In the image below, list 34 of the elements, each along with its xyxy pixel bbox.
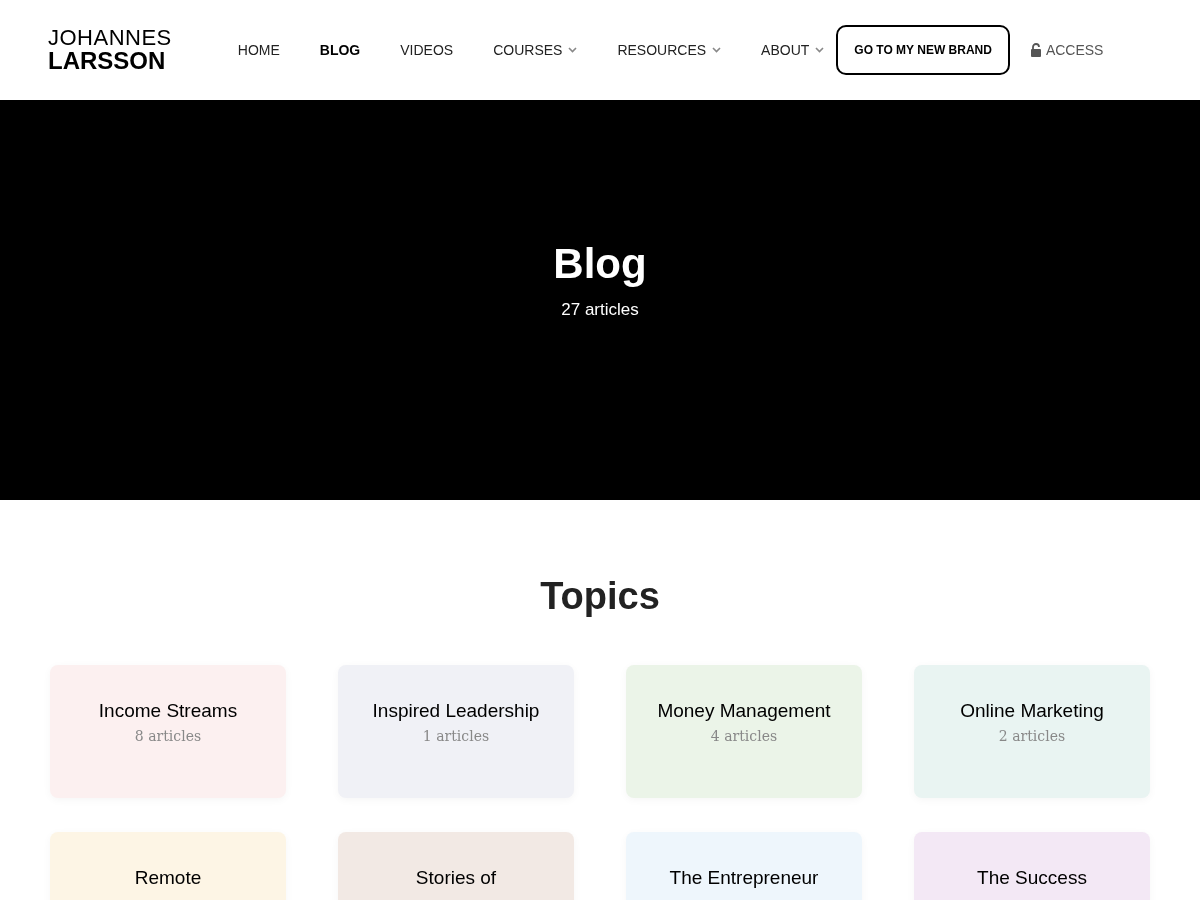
access-link[interactable]: ACCESS	[1029, 39, 1104, 61]
nav-link[interactable]: RESOURCES	[617, 39, 722, 61]
topic-card[interactable]: The Success	[914, 832, 1150, 900]
nav-link[interactable]: COURSES	[493, 39, 578, 61]
logo-text[interactable]: LARSSON	[48, 49, 172, 73]
topic-card[interactable]: Stories of	[338, 832, 574, 900]
brand-button[interactable]: GO TO MY NEW BRAND	[836, 25, 1010, 75]
page-title: Blog	[553, 239, 647, 289]
topic-count: 4 articles	[710, 727, 778, 746]
nav-link[interactable]: VIDEOS	[400, 39, 454, 61]
article-count: 27 articles	[561, 298, 639, 321]
nav-link[interactable]: HOME	[237, 39, 280, 61]
section-heading: Topics	[540, 574, 660, 619]
topic-count: 1 articles	[422, 727, 490, 746]
topic-card[interactable]: Inspired Leadership 1 articles	[338, 665, 574, 798]
topic-title: The Entrepreneur	[669, 866, 819, 889]
topic-title: Money Management	[657, 699, 831, 722]
nav-link[interactable]: ABOUT	[761, 39, 825, 61]
topic-card[interactable]: Money Management 4 articles	[626, 665, 862, 798]
topic-title: Online Marketing	[960, 699, 1104, 722]
topic-title: Remote	[134, 866, 202, 889]
topic-title: Stories of	[415, 866, 497, 889]
padlock-icon	[1029, 43, 1042, 57]
nav-link[interactable]: BLOG	[319, 39, 361, 61]
topic-card[interactable]: The Entrepreneur	[626, 832, 862, 900]
logo-text[interactable]: JOHANNES	[48, 27, 172, 49]
topic-card[interactable]: Remote	[50, 832, 286, 900]
topic-count: 8 articles	[134, 727, 202, 746]
topic-card[interactable]: Online Marketing 2 articles	[914, 665, 1150, 798]
topic-title: Inspired Leadership	[372, 699, 540, 722]
topic-title: Income Streams	[98, 699, 238, 722]
topic-card[interactable]: Income Streams 8 articles	[50, 665, 286, 798]
topic-title: The Success	[977, 866, 1087, 889]
topic-count: 2 articles	[998, 727, 1066, 746]
